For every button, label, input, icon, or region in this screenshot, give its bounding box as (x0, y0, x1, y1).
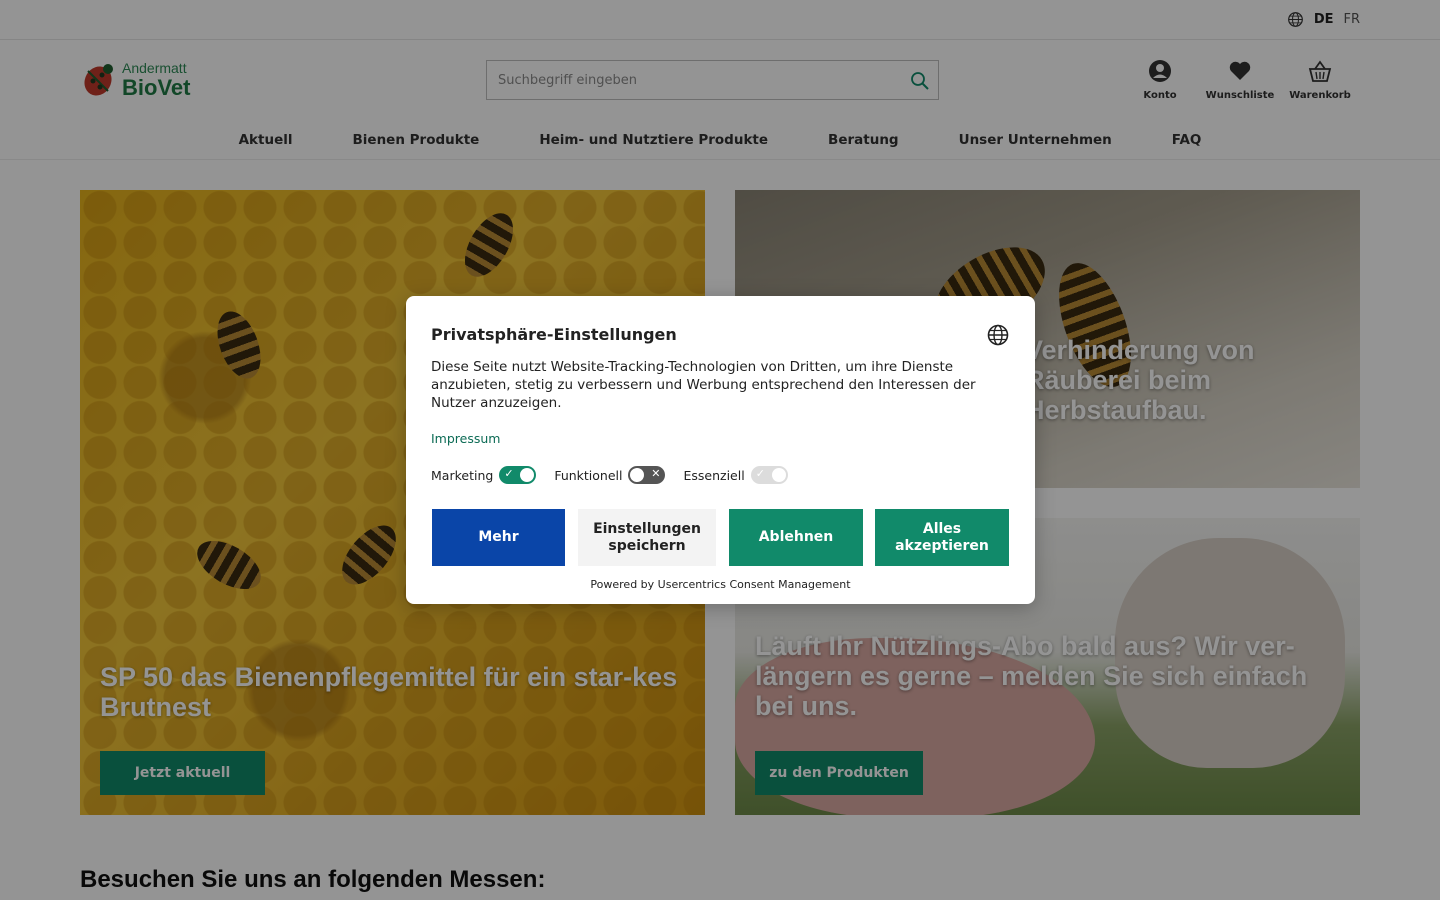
toggle-essenziell-label: Essenziell (683, 467, 745, 483)
check-icon: ✓ (755, 467, 765, 480)
consent-toggles: Marketing ✓ Funktionell ✕ Essenziell ✓ (431, 466, 788, 484)
toggle-marketing[interactable]: ✓ (499, 466, 537, 484)
consent-dialog: Privatsphäre-Einstellungen Diese Seite n… (406, 296, 1035, 604)
language-globe-icon[interactable] (987, 324, 1009, 346)
toggle-marketing-group: Marketing ✓ (431, 466, 537, 484)
check-icon: ✓ (504, 467, 514, 480)
toggle-essenziell: ✓ (750, 466, 788, 484)
accept-all-button[interactable]: Alles akzeptieren (875, 509, 1009, 566)
toggle-marketing-label: Marketing (431, 467, 494, 483)
deny-button[interactable]: Ablehnen (729, 509, 863, 566)
consent-description: Diese Seite nutzt Website-Tracking-Techn… (431, 359, 976, 411)
impressum-link[interactable]: Impressum (431, 431, 500, 446)
cross-icon: ✕ (651, 467, 661, 480)
toggle-funktionell[interactable]: ✕ (628, 466, 666, 484)
toggle-funktionell-group: Funktionell ✕ (554, 466, 666, 484)
save-settings-button[interactable]: Einstellungen speichern (578, 509, 716, 566)
consent-title: Privatsphäre-Einstellungen (431, 325, 677, 344)
toggle-funktionell-label: Funktionell (554, 467, 623, 483)
toggle-essenziell-group: Essenziell ✓ (683, 466, 788, 484)
more-button[interactable]: Mehr (432, 509, 565, 566)
powered-by-text: Powered by Usercentrics Consent Manageme… (590, 578, 851, 591)
